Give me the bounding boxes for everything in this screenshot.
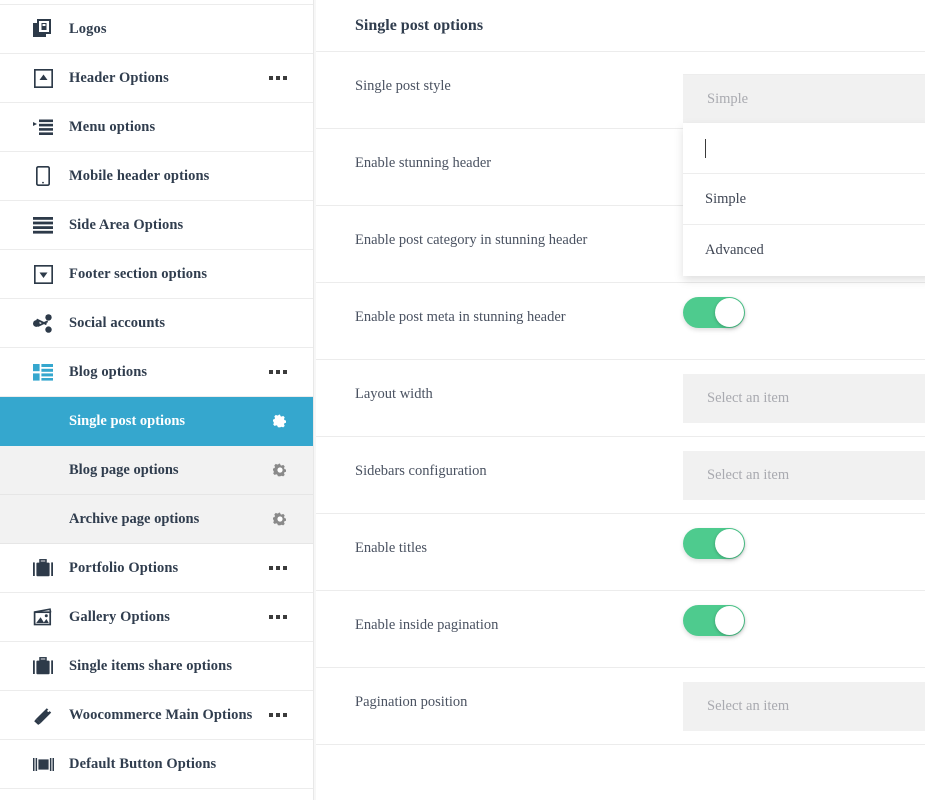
sidebar-item-woocommerce-main-options[interactable]: Woocommerce Main Options [0,691,313,740]
side-area-icon [30,212,56,238]
logos-icon [30,16,56,42]
sidebar-item-footer-section-options[interactable]: Footer section options [0,250,313,299]
options-page: Logos Header Options Menu options Mobile he… [0,0,925,800]
toggle-switch[interactable] [683,605,745,636]
sidebar-item-side-area-options[interactable]: Side Area Options [0,201,313,250]
sidebar: Logos Header Options Menu options Mobile he… [0,0,314,800]
blog-options-icon [30,359,56,385]
sidebar-subitem-label: Blog page options [69,461,179,478]
sidebar-item-more-icon[interactable] [269,615,287,619]
sidebar-item-label: Blog options [69,363,148,380]
sidebar-item-label: Header Options [69,69,169,86]
sidebar-item-portfolio-options[interactable]: Portfolio Options [0,544,313,593]
option-row: Layout width Select an item [316,360,925,437]
toggle-switch[interactable] [683,297,745,328]
sidebar-item-single-items-share-options[interactable]: Single items share options [0,642,313,691]
toggle-knob [715,606,744,635]
sidebar-item-label: Single items share options [69,657,233,674]
dropdown-option-list: Simple Advanced [683,174,925,276]
sidebar-item-gallery-options[interactable]: Gallery Options [0,593,313,642]
sidebar-item-logos[interactable]: Logos [0,5,313,54]
sidebar-item-more-icon[interactable] [269,566,287,570]
option-label: Pagination position [355,694,468,710]
sidebar-item-label: Gallery Options [69,608,170,625]
panel-header: Single post options [316,0,925,52]
single-items-share-icon [30,653,56,679]
toggle-wrap [683,297,745,328]
mobile-header-icon [30,163,56,189]
toggle-switch[interactable] [683,528,745,559]
sidebar-subitem-label: Single post options [69,412,186,429]
page-title: Single post options [355,16,484,34]
sidebar-item-label: Menu options [69,118,156,135]
sidebar-item-social-accounts[interactable]: Social accounts [0,299,313,348]
default-button-icon [30,751,56,777]
sidebar-item-header-options[interactable]: Header Options [0,54,313,103]
option-label: Enable post category in stunning header [355,232,588,248]
sidebar-item-label: Social accounts [69,314,166,331]
sidebar-item-label: Side Area Options [69,216,184,233]
single-post-style-dropdown[interactable]: Simple Simple Advanced [683,74,925,276]
sidebar-item-label: Mobile header options [69,167,210,184]
gear-icon[interactable] [273,414,287,428]
woocommerce-icon [30,702,56,728]
option-row: Sidebars configuration Select an item [316,437,925,514]
sidebar-item-mobile-header-options[interactable]: Mobile header options [0,152,313,201]
menu-options-icon [30,114,56,140]
sidebar-item-more-icon[interactable] [269,713,287,717]
dropdown-selected-value[interactable]: Simple [683,74,925,123]
option-label: Layout width [355,386,433,402]
dropdown-search-row[interactable] [683,123,925,174]
option-label: Single post style [355,78,451,94]
footer-section-icon [30,261,56,287]
option-label: Enable post meta in stunning header [355,309,566,325]
sidebar-item-label: Portfolio Options [69,559,179,576]
option-row: Pagination position Select an item [316,668,925,745]
option-label: Enable titles [355,540,428,556]
sidebar-subitem-label: Archive page options [69,510,200,527]
sidebar-item-more-icon[interactable] [269,370,287,374]
sidebar-nav-list: Logos Header Options Menu options Mobile he… [0,5,313,789]
gear-icon[interactable] [273,463,287,477]
text-cursor [705,138,706,158]
dropdown-option-simple[interactable]: Simple [683,174,925,225]
select-placeholder[interactable]: Select an item [683,374,925,423]
sidebar-item-label: Footer section options [69,265,208,282]
sidebar-subitem-archive-page-options[interactable]: Archive page options [0,495,313,544]
select-placeholder[interactable]: Select an item [683,682,925,731]
toggle-knob [715,529,744,558]
sidebar-item-default-button-options[interactable]: Default Button Options [0,740,313,789]
dropdown-menu: Simple Advanced [683,123,925,276]
toggle-wrap [683,528,745,559]
toggle-knob [715,298,744,327]
dropdown-option-advanced[interactable]: Advanced [683,225,925,276]
select-wrap: Select an item [683,374,925,423]
option-row: Enable post meta in stunning header [316,283,925,360]
option-label: Enable stunning header [355,155,492,171]
sidebar-item-label: Default Button Options [69,755,217,772]
option-label: Enable inside pagination [355,617,499,633]
sidebar-subitem-single-post-options[interactable]: Single post options [0,397,313,446]
option-row: Enable inside pagination [316,591,925,668]
social-accounts-icon [30,310,56,336]
sidebar-item-menu-options[interactable]: Menu options [0,103,313,152]
select-placeholder[interactable]: Select an item [683,451,925,500]
sidebar-item-label: Logos [69,20,107,37]
gallery-icon [30,604,56,630]
sidebar-item-more-icon[interactable] [269,76,287,80]
option-label: Sidebars configuration [355,463,487,479]
select-wrap: Select an item [683,451,925,500]
sidebar-item-blog-options[interactable]: Blog options [0,348,313,397]
portfolio-icon [30,555,56,581]
option-row: Enable titles [316,514,925,591]
gear-icon[interactable] [273,512,287,526]
header-options-icon [30,65,56,91]
sidebar-item-label: Woocommerce Main Options [69,706,253,723]
sidebar-subitem-blog-page-options[interactable]: Blog page options [0,446,313,495]
select-wrap: Select an item [683,682,925,731]
toggle-wrap [683,605,745,636]
